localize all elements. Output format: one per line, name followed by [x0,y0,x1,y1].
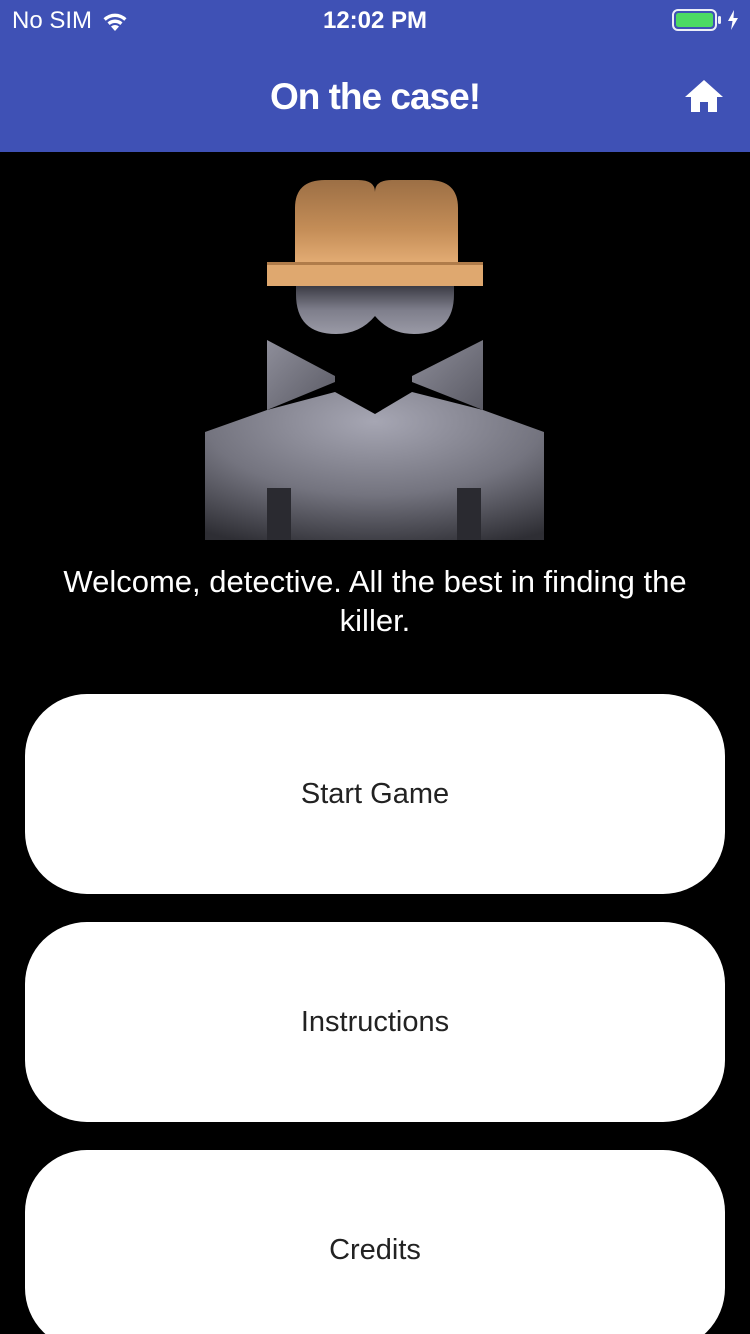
status-bar: No SIM 12:02 PM [0,0,750,40]
bolt-icon [728,10,738,30]
battery-icon [672,9,721,31]
credits-button[interactable]: Credits [25,1150,725,1334]
page-title: On the case! [269,76,481,117]
instructions-button[interactable]: Instructions [25,922,725,1122]
home-icon[interactable] [684,78,724,114]
start-game-button[interactable]: Start Game [25,694,725,894]
welcome-message: Welcome, detective. All the best in find… [63,564,687,638]
detective-silhouette-icon [205,180,544,540]
app-screen: No SIM 12:02 PM On the case! Welcome, de… [0,0,750,1334]
status-time: 12:02 PM [322,7,428,34]
app-header: No SIM 12:02 PM On the case! [0,0,750,152]
